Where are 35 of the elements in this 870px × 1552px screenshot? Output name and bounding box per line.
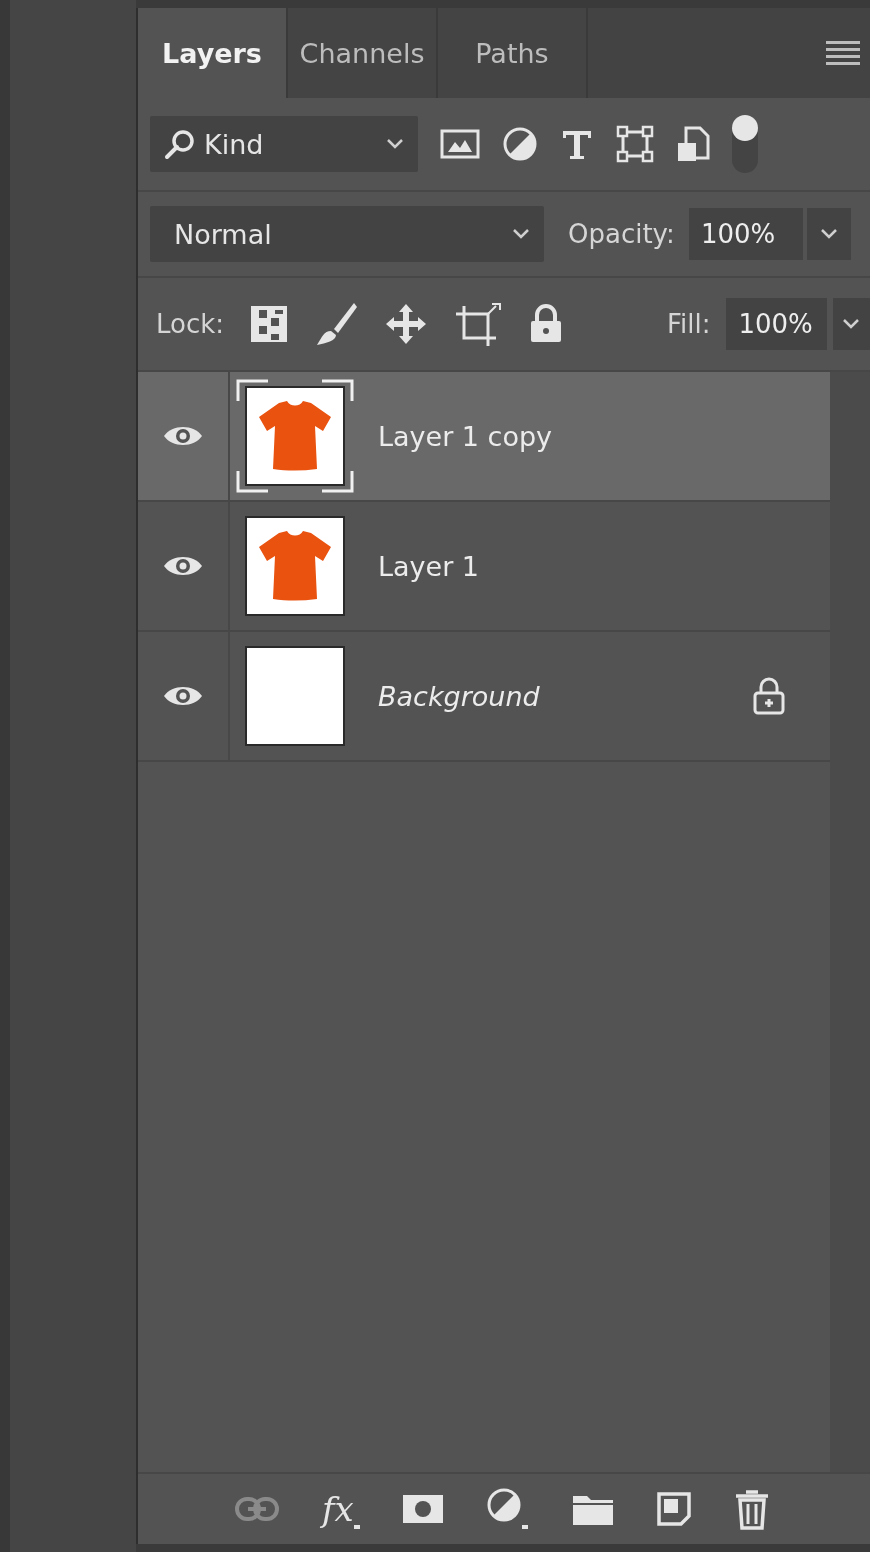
blend-mode-dropdown[interactable]: Normal [150, 206, 544, 262]
layer-name: Layer 1 [378, 550, 481, 582]
trash-icon[interactable] [733, 1488, 770, 1530]
brush-icon[interactable] [314, 301, 359, 347]
opacity-field[interactable]: 100% [688, 208, 803, 260]
chevron-icon [819, 228, 838, 240]
opacity-label: Opacity: [568, 219, 675, 249]
adjustment-filter-icon[interactable] [502, 126, 538, 162]
transparency-lock-icon[interactable] [250, 305, 289, 343]
shape-filter-icon[interactable] [616, 125, 654, 163]
chevron-icon [386, 138, 404, 150]
smart-object-filter-icon[interactable] [676, 125, 710, 163]
t-shirt-icon [257, 529, 333, 603]
selection-corners-icon [236, 379, 354, 493]
image-filter-icon[interactable] [440, 128, 480, 160]
t-shirt-icon [257, 399, 333, 473]
artboard-icon[interactable] [454, 302, 503, 346]
fx-button[interactable]: fx [322, 1489, 360, 1529]
filter-toggle[interactable] [732, 115, 758, 173]
filter-kind-dropdown[interactable]: Kind [150, 116, 418, 172]
layer-name: Background [378, 680, 541, 712]
chevron-icon [842, 318, 861, 330]
search-icon [164, 128, 196, 160]
panel-tab[interactable]: Layers [138, 8, 288, 98]
mask-icon[interactable] [401, 1493, 444, 1525]
fill-field[interactable]: 100% [726, 298, 827, 350]
layer-name: Layer 1 copy [378, 420, 554, 452]
menu-icon[interactable] [826, 40, 860, 66]
new-layer-icon[interactable] [655, 1491, 692, 1527]
lock-label: Lock: [156, 309, 225, 339]
fill-label: Fill: [666, 309, 711, 339]
adjustment-icon[interactable] [485, 1487, 530, 1531]
chevron-button[interactable] [832, 298, 870, 350]
layer-row[interactable]: Layer 1 copy [138, 372, 830, 500]
chevron-icon [512, 228, 530, 240]
